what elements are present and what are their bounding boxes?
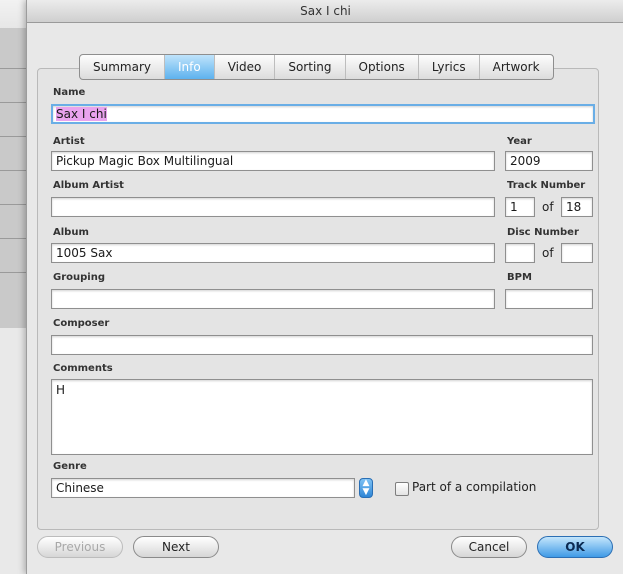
composer-label: Composer <box>53 318 110 329</box>
genre-select[interactable]: Chinese <box>51 478 355 498</box>
cancel-button[interactable]: Cancel <box>451 536 527 558</box>
track-of-label: of <box>542 200 554 214</box>
tab-artwork[interactable]: Artwork <box>480 55 553 79</box>
album-label: Album <box>53 227 89 238</box>
name-label: Name <box>53 87 86 98</box>
artist-label: Artist <box>53 136 85 147</box>
comments-label: Comments <box>53 363 113 374</box>
tab-video[interactable]: Video <box>215 55 276 79</box>
up-down-arrows-icon[interactable]: ▲ ▼ <box>359 478 373 498</box>
album-artist-label: Album Artist <box>53 180 124 191</box>
tab-options[interactable]: Options <box>346 55 419 79</box>
grouping-label: Grouping <box>53 272 105 283</box>
composer-field[interactable] <box>51 335 593 355</box>
bpm-label: BPM <box>507 272 532 283</box>
name-value: Sax I chi <box>56 107 107 121</box>
artist-field[interactable]: Pickup Magic Box Multilingual <box>51 151 495 171</box>
genre-label: Genre <box>53 461 87 472</box>
background-sidebar <box>0 28 29 328</box>
window-title: Sax I chi <box>27 0 623 23</box>
album-field[interactable]: 1005 Sax <box>51 243 495 263</box>
ok-button[interactable]: OK <box>537 536 613 558</box>
tab-lyrics[interactable]: Lyrics <box>419 55 480 79</box>
bpm-field[interactable] <box>505 289 593 309</box>
name-field[interactable]: Sax I chi <box>51 104 595 124</box>
year-field[interactable]: 2009 <box>505 151 593 171</box>
album-artist-field[interactable] <box>51 197 495 217</box>
tab-bar: Summary Info Video Sorting Options Lyric… <box>79 54 554 80</box>
track-number-label: Track Number <box>507 180 586 191</box>
year-label: Year <box>507 136 532 147</box>
tab-sorting[interactable]: Sorting <box>275 55 346 79</box>
tab-info[interactable]: Info <box>165 55 215 79</box>
compilation-label: Part of a compilation <box>412 480 537 494</box>
grouping-field[interactable] <box>51 289 495 309</box>
disc-total-field[interactable] <box>561 243 593 263</box>
info-dialog: Sax I chi Summary Info Video Sorting Opt… <box>26 0 623 574</box>
disc-number-field[interactable] <box>505 243 535 263</box>
disc-of-label: of <box>542 246 554 260</box>
comments-field[interactable]: H <box>51 379 593 455</box>
disc-number-label: Disc Number <box>507 227 579 238</box>
next-button[interactable]: Next <box>133 536 219 558</box>
track-number-field[interactable]: 1 <box>505 197 535 217</box>
track-total-field[interactable]: 18 <box>561 197 593 217</box>
tab-summary[interactable]: Summary <box>80 55 165 79</box>
compilation-checkbox[interactable] <box>395 482 409 496</box>
previous-button[interactable]: Previous <box>37 536 123 558</box>
